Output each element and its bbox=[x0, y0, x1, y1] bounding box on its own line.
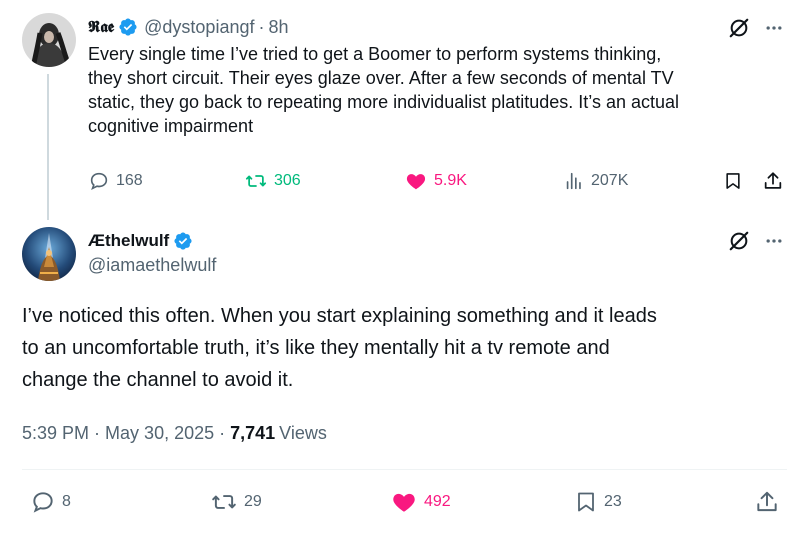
quoted-views-button[interactable]: 207K bbox=[563, 170, 628, 192]
view-label: Views bbox=[279, 423, 327, 443]
share-upload-icon bbox=[762, 170, 784, 192]
repost-arrows-icon bbox=[244, 170, 268, 192]
bookmark-count: 23 bbox=[604, 493, 622, 510]
main-bookmark-button[interactable]: 23 bbox=[574, 489, 622, 515]
tweet-time[interactable]: 5:39 PM bbox=[22, 423, 89, 444]
reply-bubble-icon bbox=[30, 489, 56, 515]
text-line: to an uncomfortable truth, it’s like the… bbox=[22, 337, 610, 359]
text-line: cognitive impairment bbox=[88, 116, 254, 136]
views-count: 207K bbox=[591, 172, 629, 189]
avatar-rae[interactable] bbox=[22, 13, 76, 67]
main-tweet-author: Æthelwulf bbox=[88, 229, 193, 253]
quoted-tweet-time[interactable]: 8h bbox=[268, 17, 288, 38]
quoted-tweet-header: 𝕽𝖆𝖊 @dystopiangf · 8h bbox=[88, 15, 289, 39]
tweet-metadata: 5:39 PM · May 30, 2025 · 7,741 Views bbox=[22, 423, 327, 444]
main-tweet-text: I’ve noticed this often. When you start … bbox=[22, 300, 792, 396]
verified-badge-icon bbox=[118, 17, 138, 37]
quoted-share-button[interactable] bbox=[762, 170, 784, 192]
text-line: Every single time I’ve tried to get a Bo… bbox=[88, 44, 662, 64]
more-dots-icon[interactable] bbox=[764, 18, 784, 38]
text-line: static, they go back to repeating more i… bbox=[88, 92, 680, 112]
bookmark-icon bbox=[723, 170, 743, 192]
main-reply-button[interactable]: 8 bbox=[30, 489, 71, 515]
heart-filled-icon bbox=[390, 489, 418, 515]
view-count: 7,741 bbox=[230, 423, 276, 443]
bookmark-icon bbox=[574, 489, 598, 515]
avatar-aethelwulf[interactable] bbox=[22, 227, 76, 281]
main-like-button[interactable]: 492 bbox=[390, 489, 451, 515]
main-author-name[interactable]: Æthelwulf bbox=[88, 231, 169, 251]
text-line: change the channel to avoid it. bbox=[22, 369, 294, 391]
main-top-actions bbox=[728, 230, 784, 252]
more-dots-icon[interactable] bbox=[764, 231, 784, 251]
tweet-date[interactable]: May 30, 2025 bbox=[105, 423, 214, 444]
quoted-author-handle[interactable]: @dystopiangf bbox=[144, 17, 254, 38]
text-line: I’ve noticed this often. When you start … bbox=[22, 305, 657, 327]
quoted-reply-button[interactable]: 168 bbox=[88, 170, 143, 192]
quoted-tweet-text: Every single time I’ve tried to get a Bo… bbox=[88, 42, 788, 138]
heart-filled-icon bbox=[404, 170, 428, 192]
main-author-handle[interactable]: @iamaethelwulf bbox=[88, 255, 216, 276]
reply-count: 8 bbox=[62, 493, 71, 510]
repost-arrows-icon bbox=[210, 489, 238, 515]
quoted-repost-button[interactable]: 306 bbox=[244, 170, 301, 192]
grok-slash-icon[interactable] bbox=[728, 230, 750, 252]
meta-separator: · bbox=[219, 423, 226, 443]
verified-badge-icon bbox=[173, 231, 193, 251]
meta-separator: · bbox=[94, 423, 101, 443]
repost-count: 306 bbox=[274, 172, 301, 189]
share-upload-icon bbox=[754, 489, 780, 515]
thread-connector-line bbox=[47, 74, 49, 220]
main-repost-button[interactable]: 29 bbox=[210, 489, 262, 515]
main-share-button[interactable] bbox=[754, 489, 780, 515]
header-separator: · bbox=[258, 16, 265, 37]
reply-count: 168 bbox=[116, 172, 143, 189]
quoted-like-button[interactable]: 5.9K bbox=[404, 170, 467, 192]
quoted-bookmark-button[interactable] bbox=[723, 170, 743, 192]
text-line: they short circuit. Their eyes glaze ove… bbox=[88, 68, 674, 88]
like-count: 492 bbox=[424, 493, 451, 510]
like-count: 5.9K bbox=[434, 172, 467, 189]
quoted-top-actions bbox=[728, 17, 784, 39]
reply-bubble-icon bbox=[88, 170, 110, 192]
bar-chart-icon bbox=[563, 170, 585, 192]
grok-slash-icon[interactable] bbox=[728, 17, 750, 39]
quoted-author-name[interactable]: 𝕽𝖆𝖊 bbox=[88, 17, 114, 37]
divider bbox=[22, 469, 787, 470]
repost-count: 29 bbox=[244, 493, 262, 510]
